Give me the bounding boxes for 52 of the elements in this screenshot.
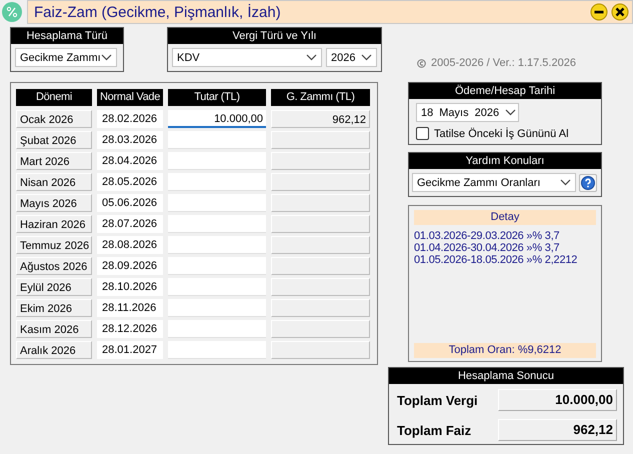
period-cell: Ocak 2026: [16, 110, 92, 128]
date-picker[interactable]: 18 Mayıs 2026: [416, 103, 519, 122]
year-dropdown[interactable]: 2026: [326, 48, 377, 67]
result-value: 10.000,00: [498, 389, 617, 411]
panel-header: Hesaplama Sonucu: [389, 368, 623, 384]
window-title: Faiz-Zam (Gecikme, Pişmanlık, İzah): [34, 4, 282, 20]
column-header: Dönemi: [16, 89, 92, 106]
due-date-cell: 28.10.2026: [97, 278, 163, 296]
due-date-cell: 28.05.2026: [97, 173, 163, 191]
due-date-cell: 28.07.2026: [97, 215, 163, 233]
rate-line: 01.05.2026-18.05.2026 »% 2,2212: [414, 254, 578, 266]
version-text: 2005-2026 / Ver.: 1.17.5.2026: [431, 57, 576, 69]
due-date-cell: 28.02.2026: [97, 110, 163, 128]
tax-type-dropdown[interactable]: KDV: [172, 48, 322, 67]
panel-header: Yardım Konuları: [409, 153, 601, 169]
rate-line: 01.03.2026-29.03.2026 »% 3,7: [414, 230, 560, 242]
period-cell: Ağustos 2026: [16, 257, 92, 275]
period-cell: Nisan 2026: [16, 173, 92, 191]
due-date-cell: 28.04.2026: [97, 152, 163, 170]
period-cell: Kasım 2026: [16, 320, 92, 338]
column-header: G. Zammı (TL): [271, 89, 370, 106]
due-date-cell: 28.11.2026: [97, 299, 163, 317]
due-date-cell: 05.06.2026: [97, 194, 163, 212]
due-date-cell: 28.01.2027: [97, 341, 163, 359]
period-cell: Aralık 2026: [16, 341, 92, 359]
result-value: 962,12: [498, 419, 617, 441]
total-rate: Toplam Oran: %9,6212: [414, 343, 596, 358]
help-topic-dropdown[interactable]: Gecikme Zammı Oranları: [412, 173, 576, 192]
period-cell: Eylül 2026: [16, 278, 92, 296]
calculation-type-dropdown[interactable]: Gecikme Zammı: [15, 48, 117, 67]
due-date-cell: 28.12.2026: [97, 320, 163, 338]
due-date-cell: 28.08.2026: [97, 236, 163, 254]
amount-field[interactable]: 10.000,00: [168, 110, 266, 128]
column-header: Normal Vade: [97, 89, 163, 106]
period-cell: Temmuz 2026: [16, 236, 92, 254]
result-label: Toplam Vergi: [397, 392, 479, 408]
period-cell: Mart 2026: [16, 152, 92, 170]
period-cell: Haziran 2026: [16, 215, 92, 233]
panel-header: Ödeme/Hesap Tarihi: [409, 83, 601, 99]
panel-header: Vergi Türü ve Yılı: [168, 28, 381, 44]
period-cell: Mayıs 2026: [16, 194, 92, 212]
period-cell: Ekim 2026: [16, 299, 92, 317]
due-date-cell: 28.09.2026: [97, 257, 163, 275]
detail-header: Detay: [414, 210, 596, 225]
column-header: Tutar (TL): [168, 89, 266, 106]
rate-line: 01.04.2026-30.04.2026 »% 3,7: [414, 242, 560, 254]
result-label: Toplam Faiz: [397, 422, 472, 438]
period-cell: Şubat 2026: [16, 131, 92, 149]
surcharge-cell: 962,12: [271, 110, 370, 128]
due-date-cell: 28.03.2026: [97, 131, 163, 149]
checkbox-label: Tatilse Önceki İş Gününü Al: [434, 128, 569, 140]
panel-header: Hesaplama Türü: [11, 28, 123, 44]
